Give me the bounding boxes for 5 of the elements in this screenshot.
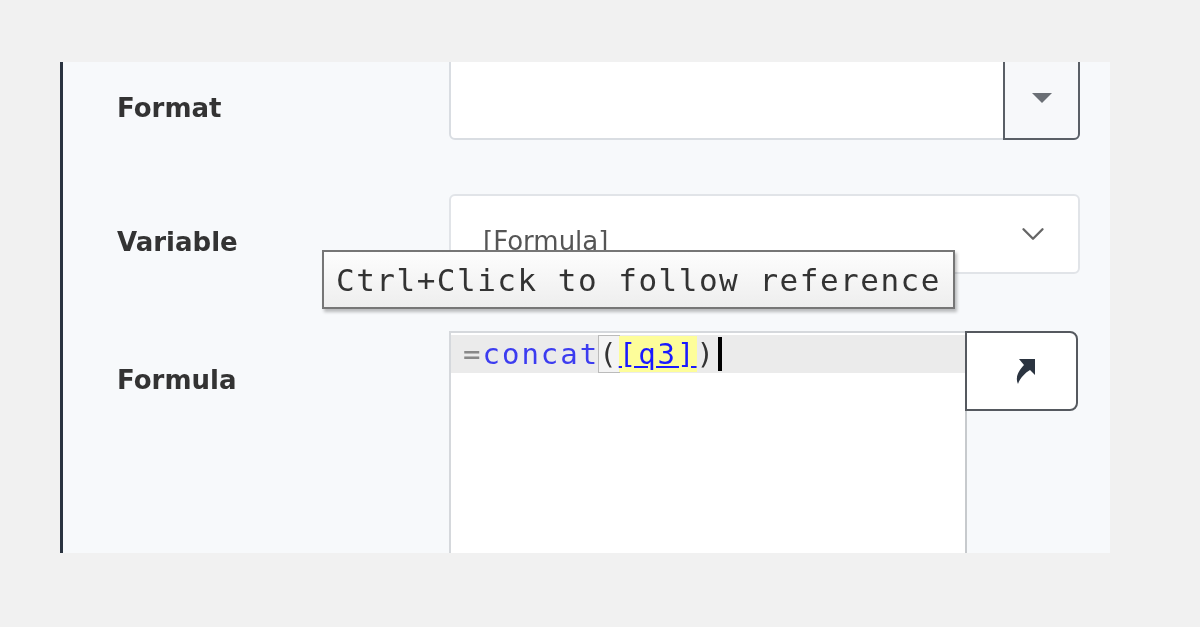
formula-code: =concat([q3]) <box>463 336 716 372</box>
field-label: Variable <box>117 226 238 258</box>
field-label: Formula <box>117 364 237 396</box>
tooltip: Ctrl+Click to follow reference <box>322 250 955 309</box>
field-label: Format <box>117 92 222 124</box>
